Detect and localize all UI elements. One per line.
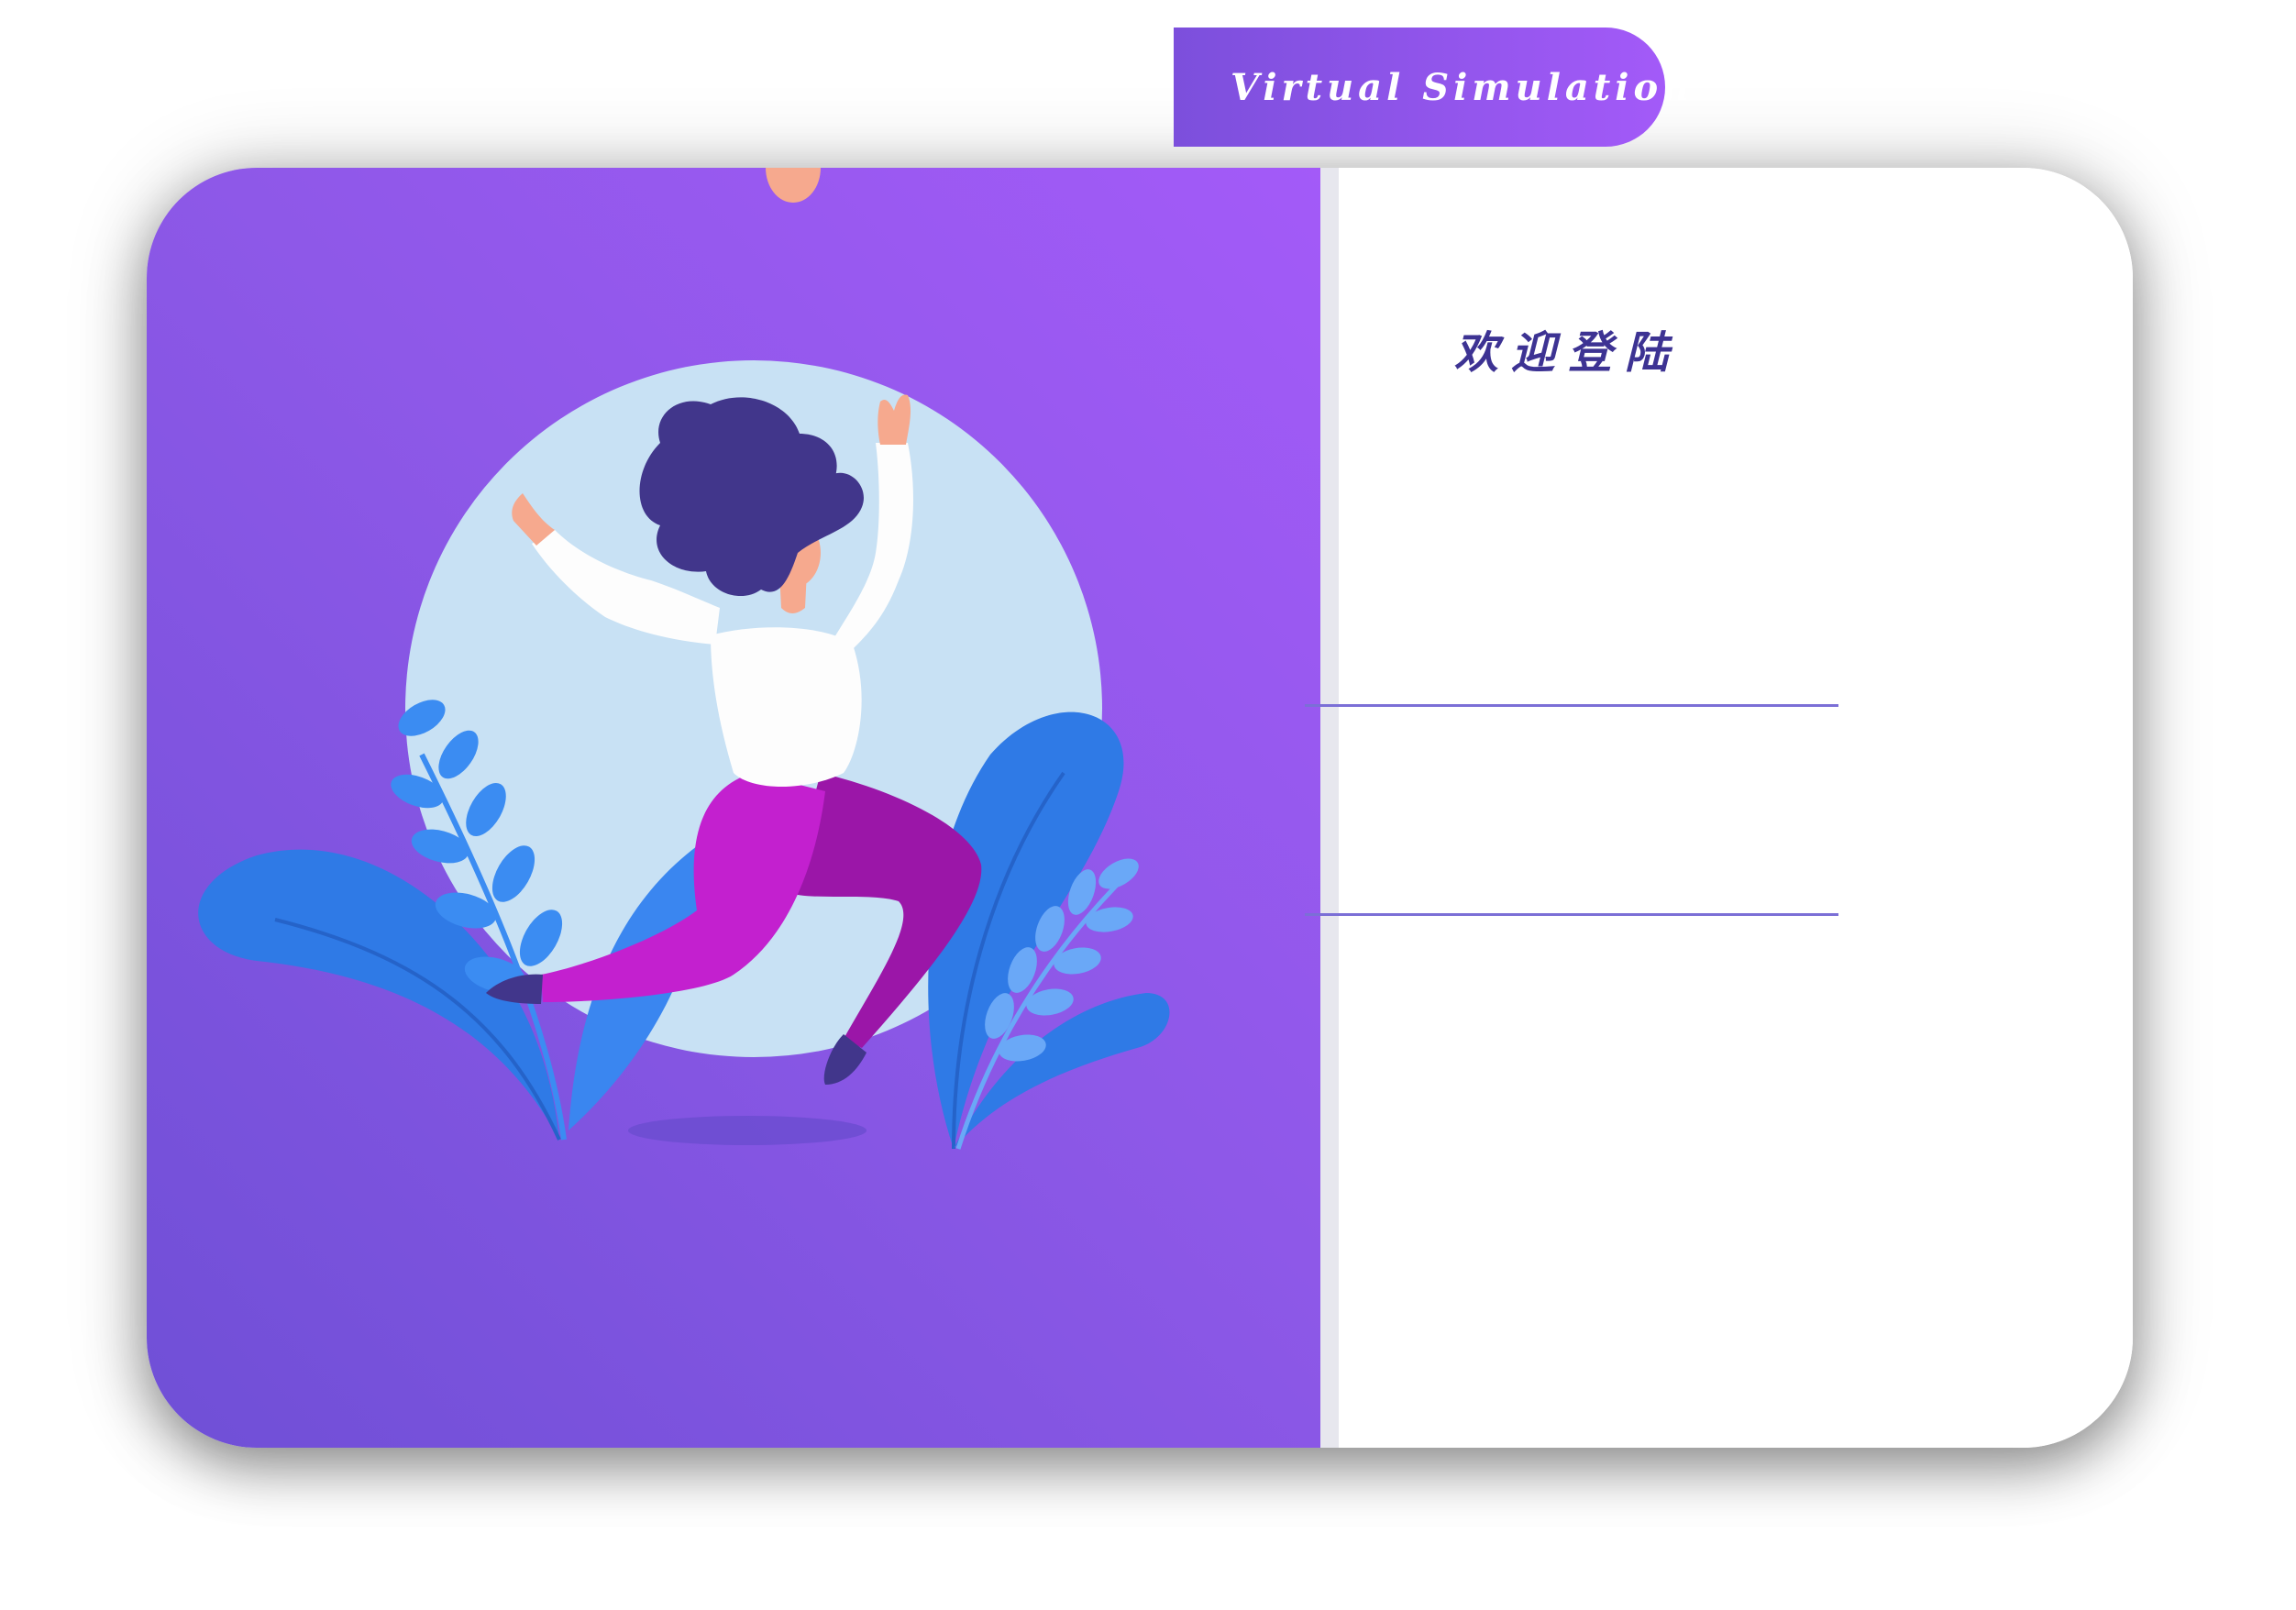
banner-title: Virtual Simulation [1231,65,1694,109]
welcome-heading: 欢迎登陆 [1453,327,1682,379]
password-field[interactable] [1305,861,1838,916]
login-card [147,168,2133,1448]
torso [711,627,862,787]
ground-shadow [628,1116,867,1145]
banner-ribbon: Virtual Simulation [1174,28,1689,147]
woman-jumping-illustration [198,168,1170,1150]
illustration-panel [147,168,1320,1448]
face [766,168,821,203]
username-field[interactable] [1305,652,1838,707]
